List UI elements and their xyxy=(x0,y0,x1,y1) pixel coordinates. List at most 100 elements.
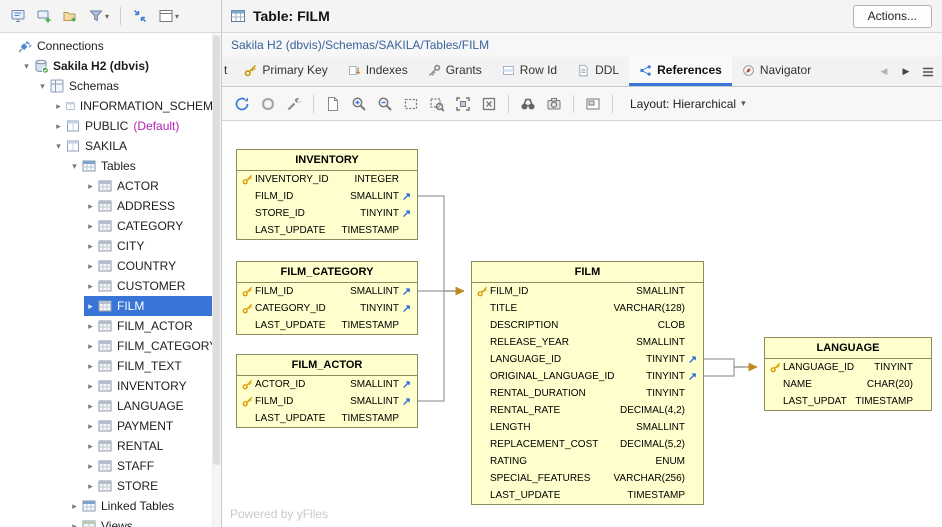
chevron-collapsed-icon[interactable]: ▸ xyxy=(84,341,97,352)
chevron-collapsed-icon[interactable]: ▸ xyxy=(84,361,97,372)
tab-references[interactable]: References xyxy=(629,57,732,86)
settings-button[interactable] xyxy=(282,92,306,116)
tree-item-sakila[interactable]: ▾SAKILA xyxy=(52,136,221,156)
layout-dropdown[interactable]: Layout: Hierarchical ▾ xyxy=(622,94,754,114)
find-button[interactable] xyxy=(516,92,540,116)
export-image-button[interactable] xyxy=(321,92,345,116)
chevron-collapsed-icon[interactable]: ▸ xyxy=(84,321,97,332)
chevron-expanded-icon[interactable]: ▾ xyxy=(52,141,65,152)
prev-tab-button[interactable]: ◀ xyxy=(874,62,894,82)
next-tab-button[interactable]: ▶ xyxy=(896,62,916,82)
chevron-collapsed-icon[interactable]: ▸ xyxy=(68,521,81,527)
chevron-collapsed-icon[interactable]: ▸ xyxy=(84,241,97,252)
chevron-collapsed-icon[interactable]: ▸ xyxy=(84,181,97,192)
chevron-collapsed-icon[interactable]: ▸ xyxy=(84,281,97,292)
window-button[interactable]: ▾ xyxy=(154,4,183,28)
chevron-collapsed-icon[interactable]: ▸ xyxy=(84,421,97,432)
tree-item-film-text[interactable]: ▸FILM_TEXT xyxy=(84,356,221,376)
tab-row-id[interactable]: Row Id xyxy=(492,57,567,86)
tree-item-category[interactable]: ▸CATEGORY xyxy=(84,216,221,236)
diagram-canvas[interactable]: Powered by yFiles INVENTORYINVENTORY_IDI… xyxy=(222,121,942,527)
tree-item-customer[interactable]: ▸CUSTOMER xyxy=(84,276,221,296)
chevron-collapsed-icon[interactable]: ▸ xyxy=(84,481,97,492)
entity-inventory[interactable]: INVENTORYINVENTORY_IDINTEGERFILM_IDSMALL… xyxy=(236,149,418,240)
tables-icon xyxy=(81,498,97,514)
tab-grants[interactable]: Grants xyxy=(418,57,492,86)
tab-ddl[interactable]: DDL xyxy=(567,57,629,86)
chevron-expanded-icon[interactable]: ▾ xyxy=(68,161,81,172)
tree-item-inventory[interactable]: ▸INVENTORY xyxy=(84,376,221,396)
add-connection-button[interactable] xyxy=(32,4,56,28)
tree-item-payment[interactable]: ▸PAYMENT xyxy=(84,416,221,436)
actions-button[interactable]: Actions... xyxy=(853,5,932,28)
breadcrumb[interactable]: Sakila H2 (dbvis)/Schemas/SAKILA/Tables/… xyxy=(222,33,942,57)
chevron-collapsed-icon[interactable]: ▸ xyxy=(84,461,97,472)
tab-rowid-icon xyxy=(502,64,515,77)
tree-item-linked-tables[interactable]: ▸Linked Tables xyxy=(68,496,221,516)
chevron-collapsed-icon[interactable]: ▸ xyxy=(84,441,97,452)
chevron-collapsed-icon[interactable]: ▸ xyxy=(84,381,97,392)
tab-indexes[interactable]: Indexes xyxy=(338,57,418,86)
tree-item-views[interactable]: ▸Views xyxy=(68,516,221,527)
refresh-button[interactable] xyxy=(230,92,254,116)
chevron-collapsed-icon[interactable]: ▸ xyxy=(52,121,65,132)
collapse-all-button[interactable] xyxy=(128,4,152,28)
chevron-collapsed-icon[interactable]: ▸ xyxy=(84,201,97,212)
tab-list-button[interactable] xyxy=(918,62,938,82)
chevron-collapsed-icon[interactable]: ▸ xyxy=(84,401,97,412)
zoom-in-button[interactable] xyxy=(347,92,371,116)
tree-item-film-actor[interactable]: ▸ FILM_ACTOR xyxy=(84,316,221,336)
tree-item-country[interactable]: ▸COUNTRY xyxy=(84,256,221,276)
zoom-actual-button[interactable] xyxy=(477,92,501,116)
zoom-marquee-button[interactable] xyxy=(425,92,449,116)
tab-navigator[interactable]: Navigator xyxy=(732,57,821,86)
tree-item-public[interactable]: ▸PUBLIC(Default) xyxy=(52,116,221,136)
tree-item-actor[interactable]: ▸ACTOR xyxy=(84,176,221,196)
chevron-collapsed-icon[interactable]: ▸ xyxy=(84,301,97,312)
tree-item-tables[interactable]: ▾Tables xyxy=(68,156,221,176)
chevron-expanded-icon[interactable]: ▾ xyxy=(20,61,33,72)
tree-item-store[interactable]: ▸STORE xyxy=(84,476,221,496)
sidebar-scrollbar[interactable] xyxy=(212,33,221,527)
select-marquee-button[interactable] xyxy=(399,92,423,116)
tree-item-information-schema[interactable]: ▸INFORMATION_SCHEMA xyxy=(52,96,221,116)
tree-item-rental[interactable]: ▸RENTAL xyxy=(84,436,221,456)
add-folder-button[interactable] xyxy=(58,4,82,28)
chevron-collapsed-icon[interactable]: ▸ xyxy=(84,221,97,232)
tree-item-label: FILM_CATEGORY xyxy=(117,339,217,353)
chevron-collapsed-icon[interactable]: ▸ xyxy=(52,101,65,112)
zoom-out-button[interactable] xyxy=(373,92,397,116)
tree-item-film-category[interactable]: ▸ FILM_CATEGORY xyxy=(84,336,221,356)
column-name: FILM_ID xyxy=(255,396,342,407)
tree-item-address[interactable]: ▸ADDRESS xyxy=(84,196,221,216)
fit-content-button[interactable] xyxy=(451,92,475,116)
connection-button[interactable] xyxy=(6,4,30,28)
tree-item-sakila-h2-dbvis[interactable]: ▾Sakila H2 (dbvis) xyxy=(20,56,221,76)
column-type: TIMESTAMP xyxy=(333,225,399,236)
entity-language[interactable]: LANGUAGELANGUAGE_IDTINYINTNAMECHAR(20)LA… xyxy=(764,337,932,411)
camera-button[interactable] xyxy=(542,92,566,116)
entity-film-category[interactable]: FILM_CATEGORYFILM_IDSMALLINT↗CATEGORY_ID… xyxy=(236,261,418,335)
chevron-collapsed-icon[interactable]: ▸ xyxy=(84,261,97,272)
entity-film[interactable]: FILMFILM_IDSMALLINTTITLEVARCHAR(128)DESC… xyxy=(471,261,704,505)
sidebar-scrollbar-thumb[interactable] xyxy=(213,35,220,465)
tree-item-city[interactable]: ▸CITY xyxy=(84,236,221,256)
tree-item-connections[interactable]: Connections xyxy=(4,36,221,56)
main-toolbar: ▾▾ xyxy=(0,0,222,33)
stop-button[interactable] xyxy=(256,92,280,116)
entity-film-actor[interactable]: FILM_ACTORACTOR_IDSMALLINT↗FILM_IDSMALLI… xyxy=(236,354,418,428)
tree-item-staff[interactable]: ▸STAFF xyxy=(84,456,221,476)
overview-button[interactable] xyxy=(581,92,605,116)
column-type: CHAR(20) xyxy=(859,379,913,390)
foreign-key-arrow-icon: ↗ xyxy=(685,370,700,383)
chevron-expanded-icon[interactable]: ▾ xyxy=(36,81,49,92)
tree-item-language[interactable]: ▸ LANGUAGE xyxy=(84,396,221,416)
tree-item-film[interactable]: ▸FILM xyxy=(84,296,221,316)
tab-t[interactable]: t xyxy=(222,57,234,86)
filter-button[interactable]: ▾ xyxy=(84,4,113,28)
tree-item-schemas[interactable]: ▾Schemas xyxy=(36,76,221,96)
tree-item-label: LANGUAGE xyxy=(117,399,184,413)
chevron-collapsed-icon[interactable]: ▸ xyxy=(68,501,81,512)
tree-item-label: FILM_ACTOR xyxy=(117,319,193,333)
tab-primary-key[interactable]: Primary Key xyxy=(234,57,337,86)
